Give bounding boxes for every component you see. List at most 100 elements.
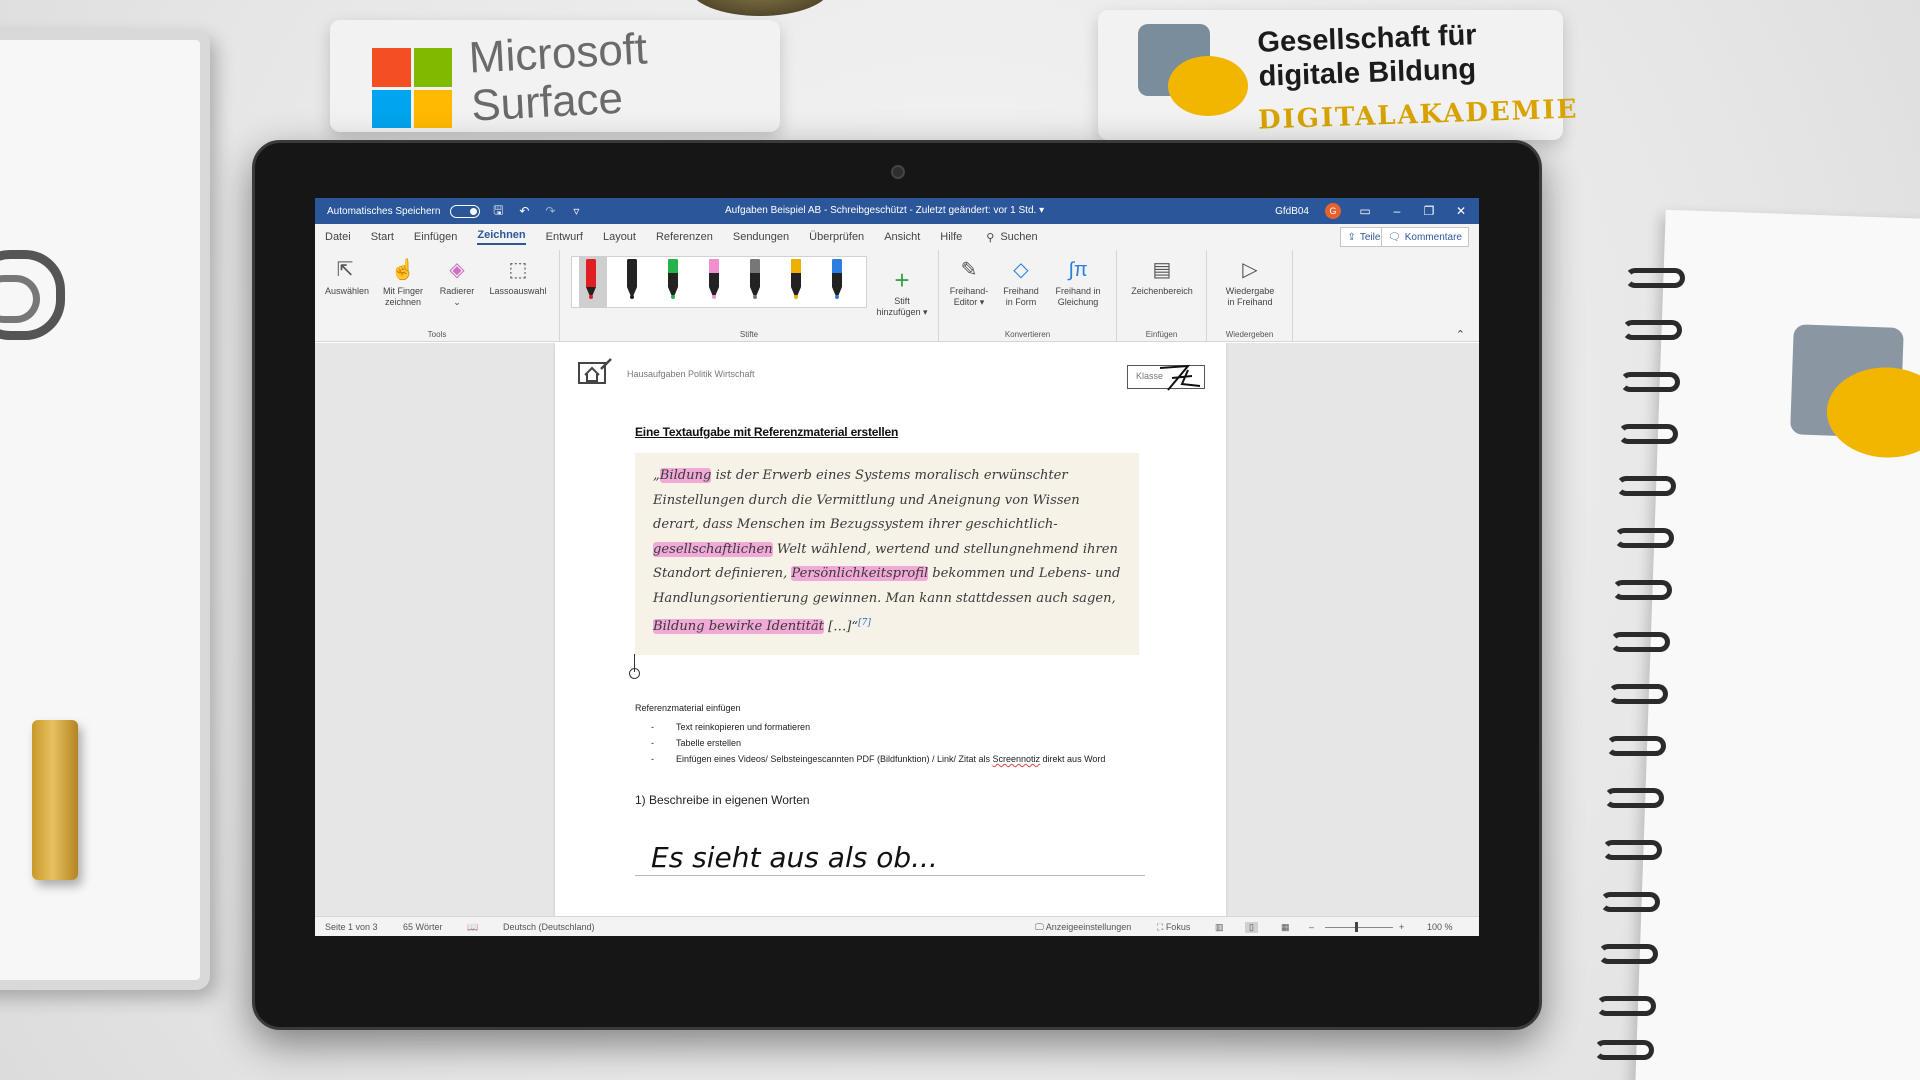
footnote-link[interactable]: [7] <box>858 618 871 628</box>
tab-datei[interactable]: Datei <box>325 231 351 243</box>
group-replay: ▷ Wiedergabe in Freihand Wiedergeben <box>1207 250 1293 342</box>
group-tools: ⇱ Auswählen ☝ Mit Finger zeichnen ◈ Radi… <box>315 250 560 342</box>
document-area[interactable]: Hausaufgaben Politik Wirtschaft Klasse E… <box>315 343 1479 918</box>
print-layout-icon[interactable]: ▯ <box>1245 922 1258 933</box>
selection-handle[interactable] <box>629 668 640 679</box>
share-icon: ⇪ <box>1347 231 1356 243</box>
klasse-handwriting <box>1159 364 1201 391</box>
eraser-button[interactable]: ◈ Radierer ⌄ <box>437 258 477 308</box>
word-window: Automatisches Speichern 🖫 ↶ ↷ ▿ Aufgaben… <box>315 198 1479 936</box>
ink-replay-button[interactable]: ▷ Wiedergabe in Freihand <box>1217 258 1283 308</box>
tab-referenzen[interactable]: Referenzen <box>656 231 713 243</box>
redo-icon[interactable]: ↷ <box>542 204 558 218</box>
document-title-heading: Eine Textaufgabe mit Referenzmaterial er… <box>635 425 899 439</box>
zoom-out-icon[interactable]: – <box>1309 922 1314 932</box>
tab-hilfe[interactable]: Hilfe <box>940 231 962 243</box>
lasso-button[interactable]: ⬚ Lassoauswahl <box>487 258 549 297</box>
comments-button[interactable]: 🗨 Kommentare <box>1381 227 1469 247</box>
word-count[interactable]: 65 Wörter <box>403 922 443 932</box>
ink-to-math-button[interactable]: ∫π Freihand in Gleichung <box>1049 258 1107 308</box>
tab-layout[interactable]: Layout <box>603 231 636 243</box>
highlight-identitaet: Bildung bewirke Identität <box>653 619 824 635</box>
ribbon-display-icon[interactable]: ▭ <box>1357 204 1373 218</box>
user-name[interactable]: GfdB04 <box>1275 206 1309 217</box>
quote-box[interactable]: „Bildung ist der Erwerb eines Systems mo… <box>635 453 1139 655</box>
pen-4[interactable] <box>705 259 723 303</box>
close-icon[interactable]: ✕ <box>1453 204 1469 218</box>
autosave-toggle[interactable] <box>450 204 481 218</box>
group-label-replay: Wiedergeben <box>1225 330 1274 339</box>
document-title: Aufgaben Beispiel AB - Schreibgeschützt … <box>725 205 1045 216</box>
gdb-subtitle: DIGITALAKADEMIE <box>1257 94 1579 136</box>
zoom-slider[interactable] <box>1325 927 1393 928</box>
pen-3[interactable] <box>664 259 682 303</box>
collapse-ribbon-icon[interactable]: ⌃ <box>1456 328 1465 341</box>
group-insert: ▤ Zeichenbereich Einfügen <box>1117 250 1207 342</box>
drawing-canvas-button[interactable]: ▤ Zeichenbereich <box>1127 258 1197 297</box>
pen-5[interactable] <box>746 259 764 303</box>
tab-zeichnen[interactable]: Zeichnen <box>477 229 526 245</box>
gdb-logo-card: Gesellschaft für digitale Bildung DIGITA… <box>1098 10 1579 140</box>
highlight-bildung: Bildung <box>659 468 712 483</box>
tab-entwurf[interactable]: Entwurf <box>546 231 583 243</box>
web-layout-icon[interactable]: ▦ <box>1281 922 1290 933</box>
select-button[interactable]: ⇱ Auswählen <box>325 258 369 297</box>
tab-ueberpruefen[interactable]: Überprüfen <box>809 231 864 243</box>
ink-shape-icon: ◇ <box>1013 259 1029 281</box>
microsoft-surface-logo-card: Microsoft Surface <box>330 20 780 132</box>
restore-icon[interactable]: ❐ <box>1421 204 1437 218</box>
save-icon[interactable]: 🖫 <box>490 201 506 222</box>
klasse-box[interactable]: Klasse <box>1127 364 1205 391</box>
list-item: Text reinkopieren und formatieren <box>651 719 1105 735</box>
finger-icon: ☝ <box>390 259 416 281</box>
title-bar: Automatisches Speichern 🖫 ↶ ↷ ▿ Aufgaben… <box>315 198 1479 224</box>
replay-icon: ▷ <box>1242 259 1258 281</box>
question-1: 1) Beschreibe in eigenen Worten <box>635 793 810 807</box>
ink-editor-button[interactable]: ✎ Freihand- Editor ▾ <box>947 258 991 308</box>
search-label: Suchen <box>1000 231 1038 243</box>
ink-to-shape-button[interactable]: ◇ Freihand in Form <box>999 258 1043 308</box>
tab-einfuegen[interactable]: Einfügen <box>414 231 457 243</box>
list-item: Tabelle erstellen <box>651 735 1105 751</box>
pen-6[interactable] <box>787 259 805 303</box>
answer-line <box>635 875 1145 876</box>
customize-toolbar-icon[interactable]: ▿ <box>568 204 584 218</box>
minimize-icon[interactable]: – <box>1389 204 1405 218</box>
zoom-slider-thumb[interactable] <box>1355 922 1358 932</box>
read-mode-icon[interactable]: ▥ <box>1215 922 1224 933</box>
finger-draw-button[interactable]: ☝ Mit Finger zeichnen <box>377 258 429 308</box>
quote-text: „Bildung ist der Erwerb eines Systems mo… <box>653 468 1121 635</box>
pen-2[interactable] <box>623 259 641 303</box>
handwriting-ink: Es sieht aus als ob... <box>651 841 938 874</box>
spellcheck-word[interactable]: Screennotiz <box>993 754 1041 764</box>
document-page[interactable]: Hausaufgaben Politik Wirtschaft Klasse E… <box>555 343 1226 918</box>
highlighter-marker <box>32 720 78 880</box>
tab-sendungen[interactable]: Sendungen <box>733 231 789 243</box>
tab-start[interactable]: Start <box>371 231 394 243</box>
status-bar: Seite 1 von 3 65 Wörter 📖 Deutsch (Deuts… <box>315 916 1479 936</box>
undo-icon[interactable]: ↶ <box>516 204 532 218</box>
page-count[interactable]: Seite 1 von 3 <box>325 922 378 932</box>
pen-1[interactable] <box>579 256 607 308</box>
group-convert: ✎ Freihand- Editor ▾ ◇ Freihand in Form … <box>939 250 1117 342</box>
language-indicator[interactable]: Deutsch (Deutschland) <box>503 922 595 932</box>
focus-button[interactable]: ⛶ Fokus <box>1157 922 1190 933</box>
search-box[interactable]: ⚲ Suchen <box>986 231 1037 244</box>
proofing-icon[interactable]: 📖 <box>467 922 478 933</box>
pen-gallery <box>571 256 867 308</box>
pen-7[interactable] <box>828 259 846 303</box>
ribbon-tabs: Datei Start Einfügen Zeichnen Entwurf La… <box>315 224 1479 250</box>
display-settings-button[interactable]: 🖵 Anzeigeeinstellungen <box>1035 922 1131 933</box>
plus-icon: + <box>894 265 910 295</box>
zoom-in-icon[interactable]: + <box>1399 922 1404 932</box>
zoom-level[interactable]: 100 % <box>1427 922 1453 932</box>
highlight-gesellschaftlichen: gesellschaftlichen <box>653 541 773 557</box>
list-item: Einfügen eines Videos/ Selbsteingescannt… <box>651 751 1105 767</box>
right-notebook <box>1634 209 1920 1080</box>
user-avatar[interactable]: G <box>1325 203 1341 219</box>
add-pen-button[interactable]: + Stift hinzufügen ▾ <box>875 265 929 318</box>
bullet-list: Text reinkopieren und formatieren Tabell… <box>651 719 1105 767</box>
header-text: Hausaufgaben Politik Wirtschaft <box>627 369 755 379</box>
tab-ansicht[interactable]: Ansicht <box>884 231 920 243</box>
section-label: Referenzmaterial einfügen <box>635 703 741 713</box>
